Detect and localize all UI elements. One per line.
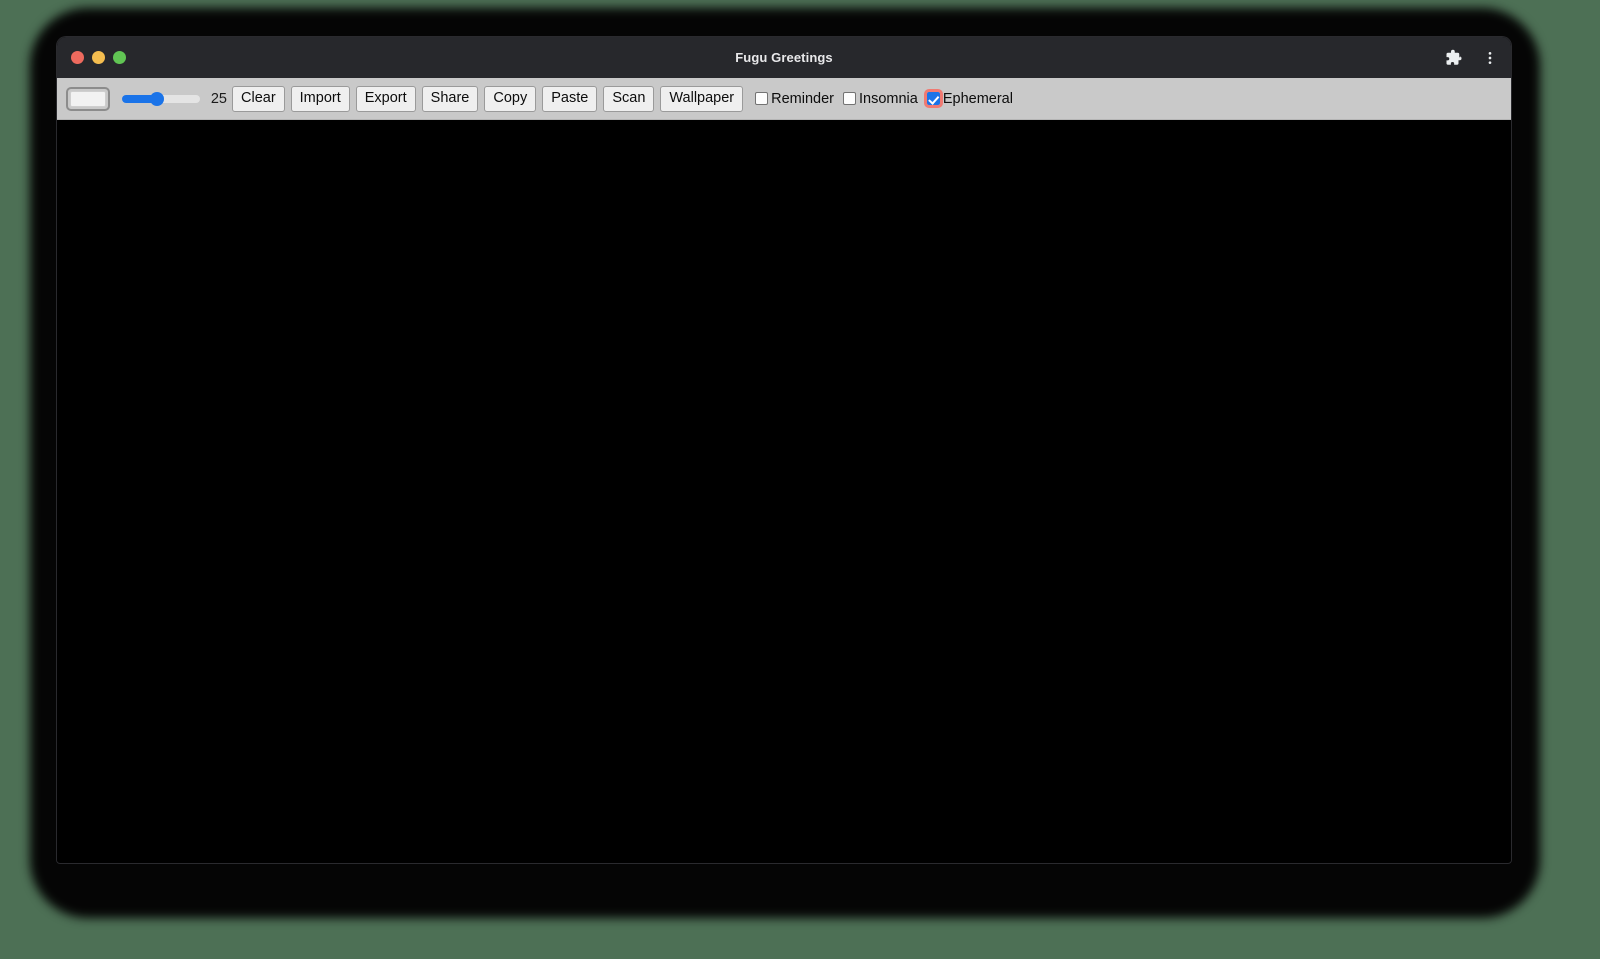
ephemeral-checkbox[interactable]: Ephemeral [923, 89, 1013, 108]
close-window-button[interactable] [71, 51, 84, 64]
reminder-checkbox-box[interactable] [755, 92, 769, 105]
traffic-light-controls [57, 51, 126, 64]
slider-thumb[interactable] [150, 91, 164, 106]
insomnia-checkbox-label: Insomnia [859, 90, 918, 107]
insomnia-checkbox-box[interactable] [843, 92, 856, 105]
insomnia-checkbox[interactable]: Insomnia [843, 91, 927, 107]
import-button[interactable]: Import [290, 85, 350, 112]
desktop-background: Fugu Greetings 25 Clear Import Export Sh… [0, 0, 1600, 959]
reminder-checkbox[interactable]: Reminder [755, 91, 843, 107]
export-button[interactable]: Export [355, 85, 416, 112]
title-bar: Fugu Greetings [57, 37, 1511, 78]
browser-window: Fugu Greetings 25 Clear Import Export Sh… [57, 37, 1511, 863]
maximize-window-button[interactable] [113, 51, 126, 64]
color-picker-swatch [70, 90, 106, 107]
more-menu-icon[interactable] [1479, 47, 1501, 69]
toolbar-checkbox-group: Reminder Insomnia Ephemeral [755, 89, 1013, 108]
drawing-canvas[interactable] [57, 120, 1511, 862]
line-width-value: 25 [210, 90, 227, 107]
copy-button[interactable]: Copy [484, 85, 537, 112]
app-toolbar: 25 Clear Import Export Share Copy Paste … [57, 78, 1511, 120]
extensions-icon[interactable] [1443, 47, 1465, 69]
clear-button[interactable]: Clear [232, 85, 285, 112]
paste-button[interactable]: Paste [542, 85, 598, 112]
share-button[interactable]: Share [421, 85, 479, 112]
line-width-slider[interactable] [122, 91, 200, 106]
ephemeral-checkbox-label: Ephemeral [942, 90, 1013, 107]
title-bar-actions [1443, 37, 1501, 78]
color-picker-input[interactable] [66, 86, 110, 111]
wallpaper-button[interactable]: Wallpaper [660, 85, 744, 112]
ephemeral-checkbox-box[interactable] [923, 89, 943, 108]
reminder-checkbox-label: Reminder [771, 90, 834, 107]
page-title: Fugu Greetings [735, 50, 833, 65]
scan-button[interactable]: Scan [603, 85, 655, 112]
minimize-window-button[interactable] [92, 51, 105, 64]
